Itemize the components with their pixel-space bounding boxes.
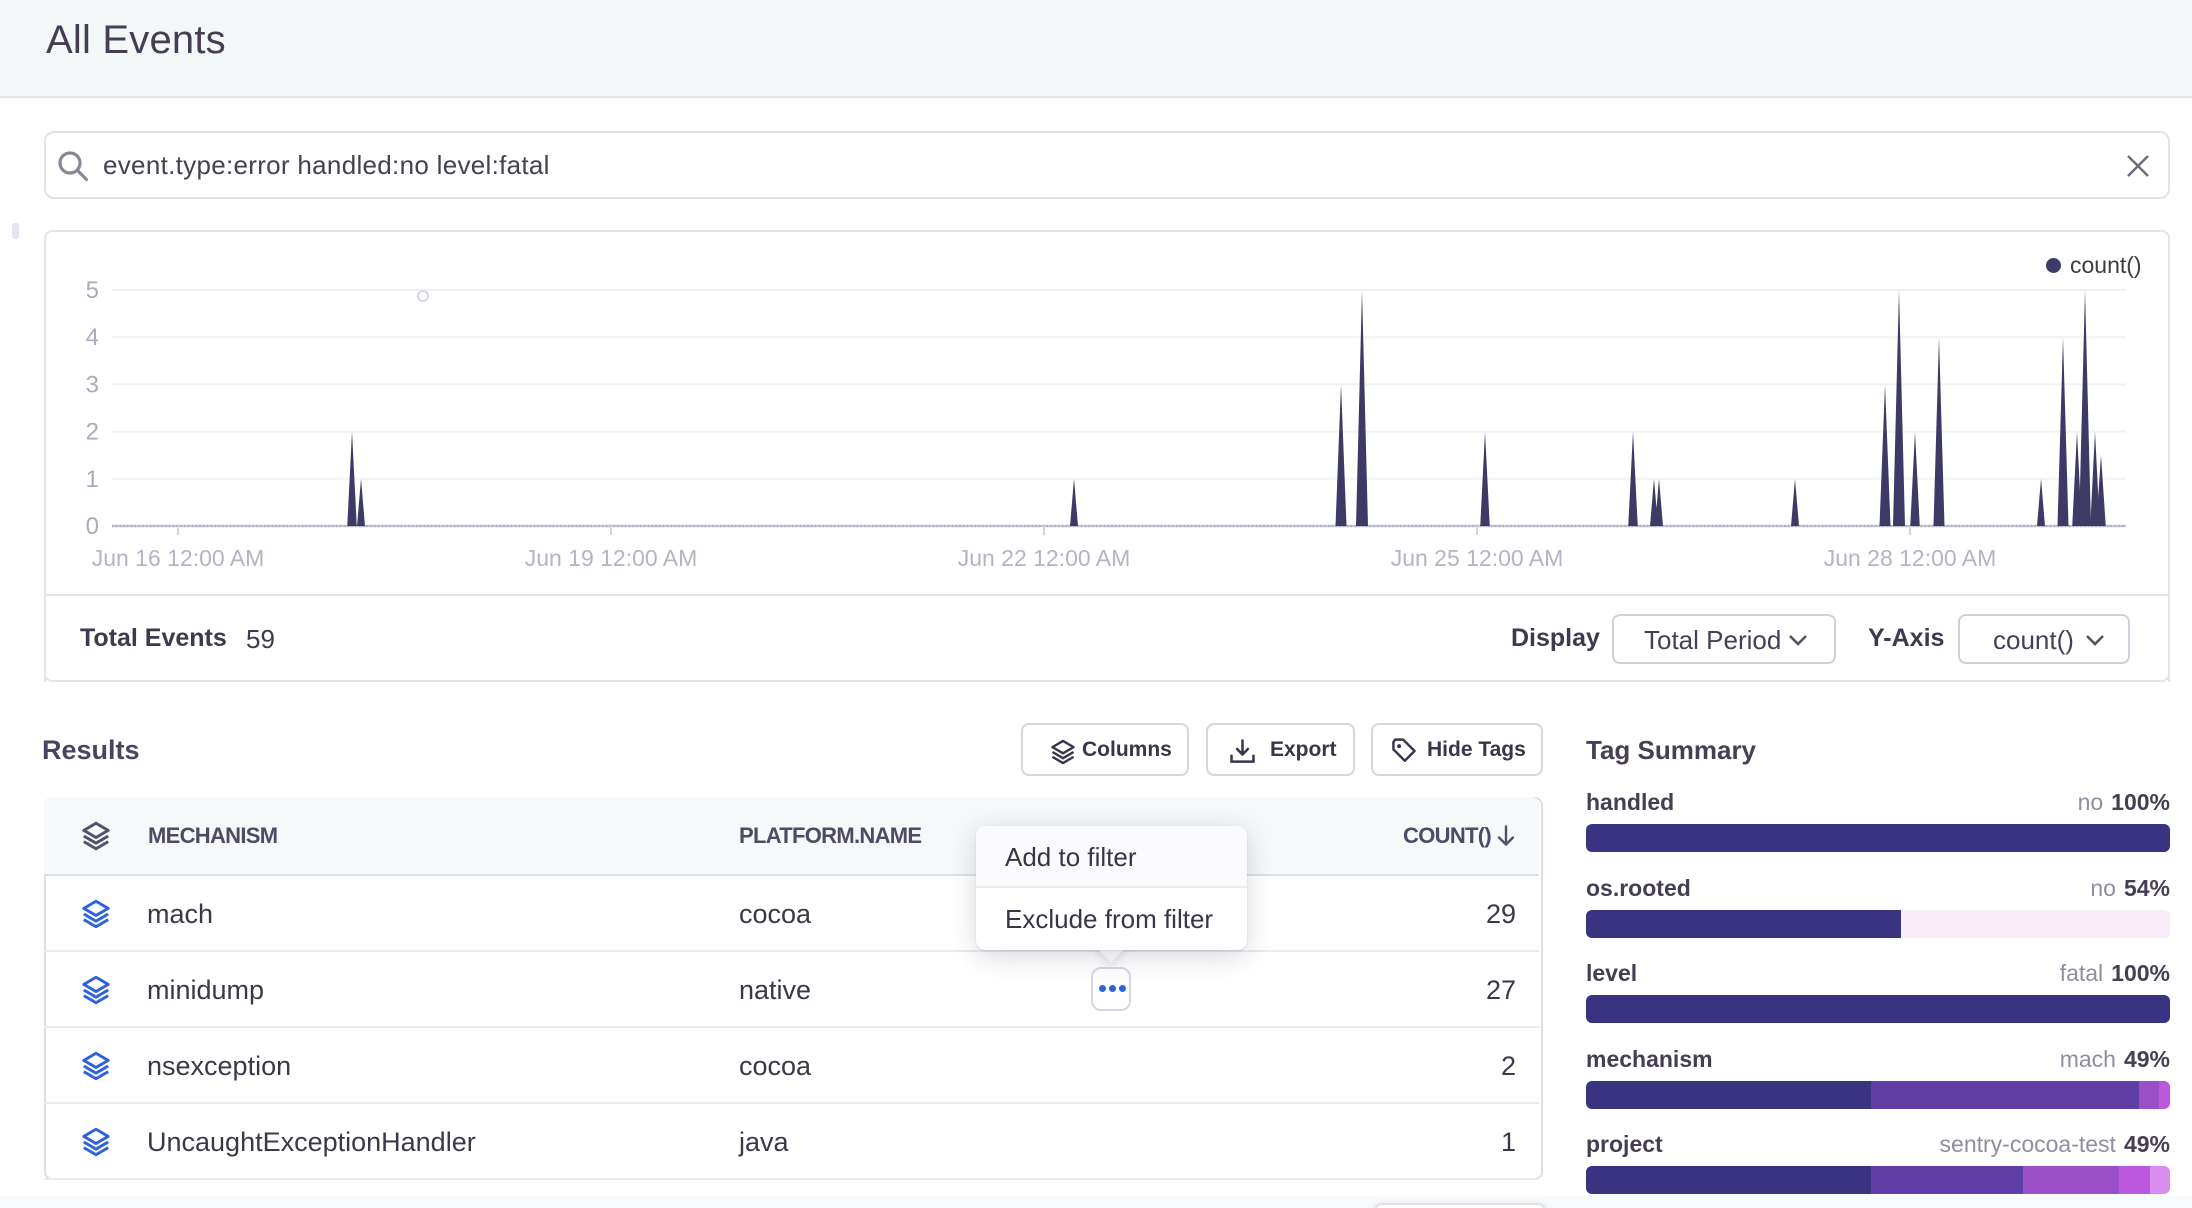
svg-text:Jun 28 12:00 AM: Jun 28 12:00 AM: [1824, 545, 1997, 571]
svg-text:5: 5: [86, 277, 99, 304]
svg-text:1: 1: [86, 466, 99, 493]
svg-text:3: 3: [86, 371, 99, 398]
svg-text:Jun 22 12:00 AM: Jun 22 12:00 AM: [958, 545, 1131, 571]
svg-text:0: 0: [86, 513, 99, 540]
svg-text:Jun 16 12:00 AM: Jun 16 12:00 AM: [92, 545, 265, 571]
svg-text:Jun 19 12:00 AM: Jun 19 12:00 AM: [525, 545, 698, 571]
svg-text:Jun 25 12:00 AM: Jun 25 12:00 AM: [1391, 545, 1564, 571]
svg-text:2: 2: [86, 419, 99, 446]
svg-text:4: 4: [86, 324, 99, 351]
